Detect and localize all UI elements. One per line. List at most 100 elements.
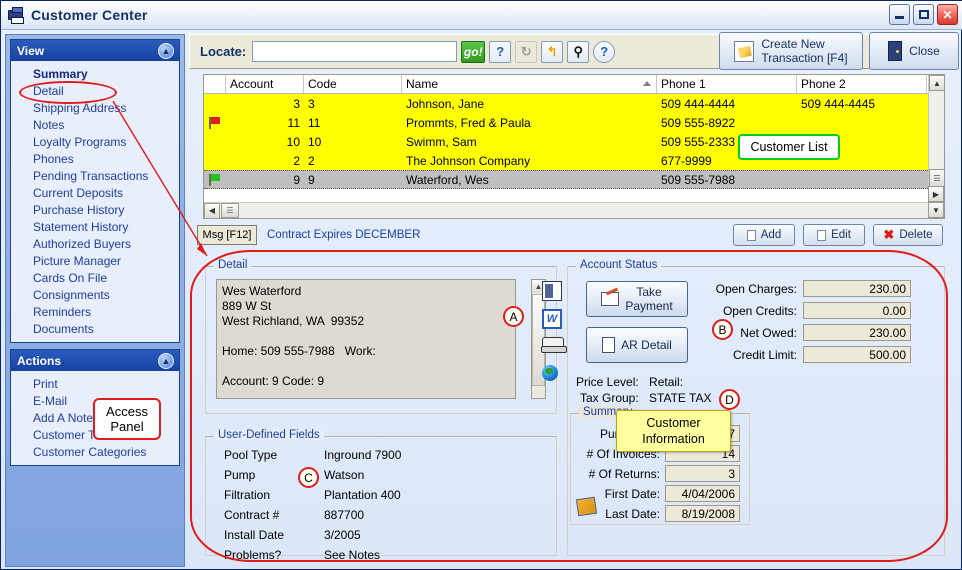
actions-panel-header[interactable]: Actions ▲ — [10, 349, 180, 371]
cell-phone1: 509 444-4444 — [661, 96, 736, 111]
udf-legend: User-Defined Fields — [214, 429, 324, 441]
create-new-transaction-button[interactable]: Create New Transaction [F4] — [719, 32, 863, 70]
marker-a: A — [503, 306, 524, 327]
contact-card-icon[interactable] — [542, 281, 562, 301]
sidebar-item-pending-transactions[interactable]: Pending Transactions — [11, 167, 179, 184]
msg-f12-button[interactable]: Msg [F12] — [197, 225, 257, 245]
udf-label: Contract # — [224, 508, 280, 522]
window-title: Customer Center — [31, 7, 148, 23]
binoculars-search-icon[interactable]: ⚲ — [567, 40, 590, 63]
sidebar-item-phones[interactable]: Phones — [11, 150, 179, 167]
sidebar-item-consignments[interactable]: Consignments — [11, 286, 179, 303]
chevron-up-icon[interactable]: ▲ — [158, 353, 174, 369]
grid-vertical-scrollbar[interactable]: ▲ ☰ — [928, 75, 945, 203]
cell-phone2 — [797, 113, 927, 132]
scroll-left-button[interactable]: ◀ — [204, 202, 220, 219]
sidebar-item-current-deposits[interactable]: Current Deposits — [11, 184, 179, 201]
sidebar-item-shipping-address[interactable]: Shipping Address — [11, 99, 179, 116]
sidebar-item-cards-on-file[interactable]: Cards On File — [11, 269, 179, 286]
sidebar-item-authorized-buyers[interactable]: Authorized Buyers — [11, 235, 179, 252]
maximize-button[interactable] — [913, 4, 934, 25]
marker-c: C — [298, 467, 319, 488]
udf-value: Watson — [324, 468, 365, 482]
udf-value: See Notes — [324, 548, 381, 562]
action-item-customer-categories[interactable]: Customer Categories — [11, 443, 179, 460]
sidebar-item-purchase-history[interactable]: Purchase History — [11, 201, 179, 218]
grid-header-name[interactable]: Name — [402, 75, 657, 93]
sidebar-item-loyalty-programs[interactable]: Loyalty Programs — [11, 133, 179, 150]
marker-d: D — [719, 389, 740, 410]
tax-group-row: Tax Group: STATE TAX — [580, 391, 712, 405]
cell-phone1: 509 555-8922 — [661, 115, 736, 130]
cell-name: Swimm, Sam — [406, 134, 477, 149]
add-button[interactable]: Add — [733, 224, 795, 246]
table-row[interactable]: 3 3 Johnson, Jane 509 444-4444 509 444-4445 — [204, 94, 944, 113]
help-question-icon[interactable]: ? — [489, 40, 512, 63]
ar-detail-button[interactable]: AR Detail — [586, 327, 688, 363]
sidebar-item-notes[interactable]: Notes — [11, 116, 179, 133]
sidebar-item-detail[interactable]: Detail — [11, 82, 179, 99]
row-flag-empty — [204, 132, 226, 151]
telephone-icon[interactable] — [542, 337, 564, 357]
contract-message: Contract Expires DECEMBER — [267, 229, 421, 241]
scrollbar-thumb[interactable]: ☰ — [929, 169, 945, 187]
sidebar-item-picture-manager[interactable]: Picture Manager — [11, 252, 179, 269]
book-icon — [575, 496, 598, 517]
account-status-legend: Account Status — [576, 259, 662, 271]
go-button[interactable]: go! — [461, 40, 486, 63]
table-row[interactable]: 11 11 Prommts, Fred & Paula 509 555-8922 — [204, 113, 944, 132]
grid-header-phone2[interactable]: Phone 2 — [797, 75, 927, 93]
customer-detail-memo[interactable]: Wes Waterford 889 W St West Richland, WA… — [216, 279, 516, 399]
table-row[interactable]: 9 9 Waterford, Wes 509 555-7988 — [204, 170, 944, 189]
sidebar-item-documents[interactable]: Documents — [11, 320, 179, 337]
globe-icon[interactable] — [542, 365, 562, 385]
refresh-icon[interactable]: ↻ — [515, 40, 538, 63]
action-item-print[interactable]: Print — [11, 375, 179, 392]
grid-header-account[interactable]: Account — [226, 75, 304, 93]
cell-account: 3 — [293, 96, 300, 111]
customer-information-line1: Customer — [646, 416, 701, 430]
grid-horizontal-scrollbar[interactable]: ◀ ☰ — [204, 202, 930, 219]
back-arrow-icon[interactable]: ↰ — [541, 40, 564, 63]
sidebar-item-summary[interactable]: Summary — [11, 65, 179, 82]
minimize-button[interactable] — [889, 4, 910, 25]
title-bar: Customer Center ✕ — [1, 1, 962, 30]
take-payment-button[interactable]: Take Payment — [586, 281, 688, 317]
hscrollbar-thumb[interactable]: ☰ — [221, 203, 239, 218]
window-controls: ✕ — [889, 4, 958, 25]
access-panel-callout-line1: Access — [106, 404, 148, 419]
chevron-up-icon[interactable]: ▲ — [158, 43, 174, 59]
udf-value: 887700 — [324, 508, 365, 522]
close-button[interactable]: Close — [869, 32, 959, 70]
price-level-row: Price Level: Retail: — [576, 375, 683, 389]
grid-header-code[interactable]: Code — [304, 75, 402, 93]
row-flag-empty — [204, 94, 226, 113]
cell-code: 3 — [308, 96, 315, 111]
cell-code: 2 — [308, 153, 315, 168]
udf-row: Pump Watson — [206, 465, 556, 485]
sidebar-item-reminders[interactable]: Reminders — [11, 303, 179, 320]
delete-button[interactable]: ✖ Delete — [873, 224, 943, 246]
edit-button[interactable]: Edit — [803, 224, 865, 246]
grid-header-phone1[interactable]: Phone 1 — [657, 75, 797, 93]
close-button-label: Close — [909, 44, 940, 58]
scroll-up-button[interactable]: ▲ — [929, 75, 945, 91]
payment-icon — [601, 292, 620, 306]
account-stat-label: Open Credits: — [722, 303, 797, 318]
access-panel-callout-line2: Panel — [110, 419, 144, 434]
sidebar-item-statement-history[interactable]: Statement History — [11, 218, 179, 235]
access-panel-callout: Access Panel — [93, 398, 161, 440]
cell-code: 10 — [308, 134, 322, 149]
info-help-icon[interactable]: ? — [593, 40, 616, 63]
locate-input[interactable] — [252, 41, 458, 62]
cell-code: 11 — [308, 115, 321, 130]
close-window-button[interactable]: ✕ — [937, 4, 958, 25]
grid-header-flag — [204, 75, 226, 93]
view-panel-header[interactable]: View ▲ — [10, 39, 180, 61]
udf-label: Problems? — [224, 548, 282, 562]
word-document-icon[interactable]: W — [542, 309, 562, 329]
account-stat-value: 230.00 — [803, 280, 911, 297]
scroll-right-button[interactable]: ▶ — [928, 186, 944, 202]
tax-group-label: Tax Group: — [580, 391, 639, 405]
scroll-down-button[interactable]: ▼ — [928, 202, 944, 218]
